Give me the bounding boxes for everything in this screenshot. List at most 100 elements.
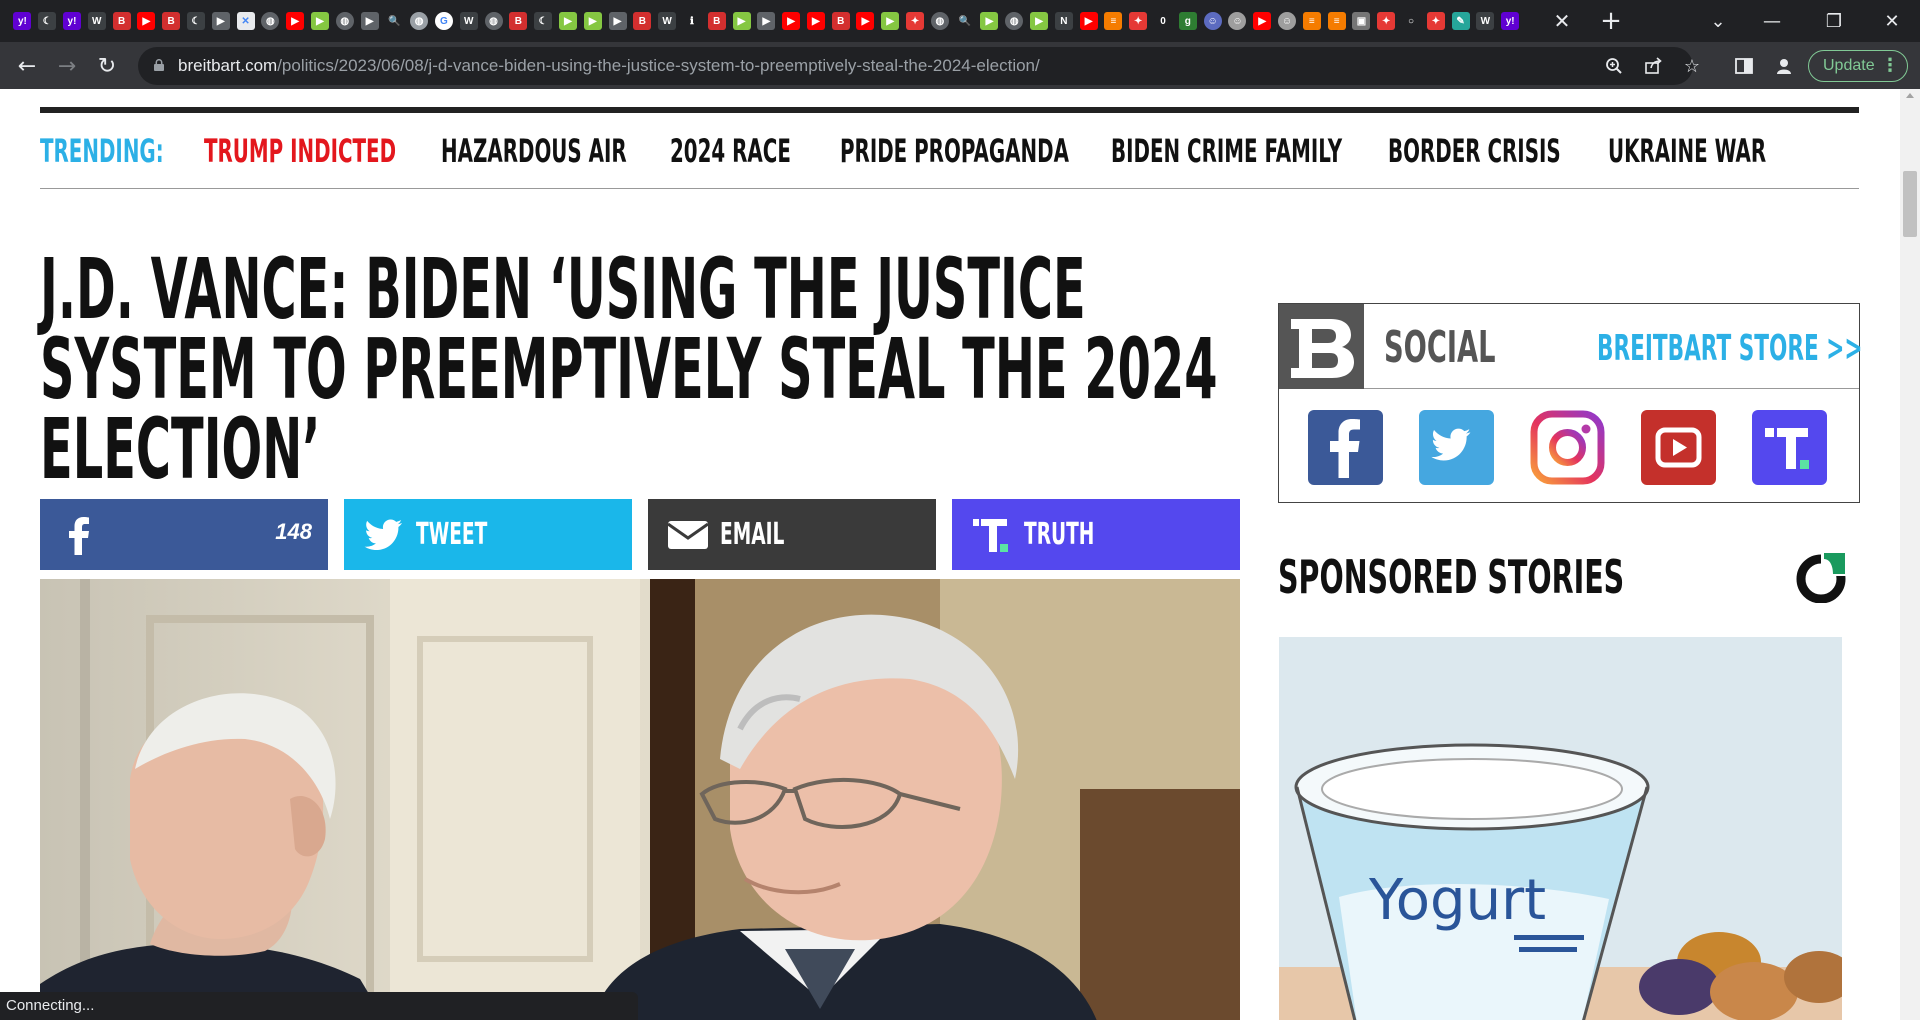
browser-tab[interactable]: ✎ xyxy=(1448,7,1473,35)
browser-tab[interactable]: ▶ xyxy=(1027,7,1052,35)
browser-tab[interactable]: y! xyxy=(60,7,85,35)
browser-tab[interactable]: ▶ xyxy=(878,7,903,35)
breitbart-logo-icon[interactable] xyxy=(1279,304,1364,389)
browser-tab[interactable]: ▶ xyxy=(208,7,233,35)
browser-tab[interactable]: 🔍 xyxy=(382,7,407,35)
share-icon[interactable] xyxy=(1640,53,1666,79)
minimize-button[interactable]: — xyxy=(1752,6,1792,36)
scroll-up-arrow-icon[interactable] xyxy=(1906,93,1914,98)
tab-search-chevron-icon[interactable]: ⌄ xyxy=(1698,6,1738,36)
profile-icon[interactable] xyxy=(1772,54,1796,78)
browser-tab[interactable]: ▶ xyxy=(580,7,605,35)
browser-tab[interactable]: ▶ xyxy=(779,7,804,35)
facebook-icon[interactable] xyxy=(1308,410,1383,485)
browser-tab[interactable]: ▶ xyxy=(804,7,829,35)
browser-tab[interactable]: ▶ xyxy=(357,7,382,35)
browser-tab[interactable]: ℹ xyxy=(680,7,705,35)
browser-tab[interactable]: ☺ xyxy=(1225,7,1250,35)
browser-tab[interactable]: B xyxy=(159,7,184,35)
address-bar[interactable]: breitbart.com/politics/2023/06/08/j-d-va… xyxy=(138,47,1700,85)
breitbart-store-link[interactable]: BREITBART STORE >> xyxy=(1597,326,1920,371)
browser-tab[interactable]: ✦ xyxy=(1423,7,1448,35)
browser-tab[interactable]: B xyxy=(704,7,729,35)
browser-tab[interactable]: W xyxy=(456,7,481,35)
browser-tab[interactable]: y! xyxy=(1498,7,1523,35)
browser-tab[interactable]: ◍ xyxy=(927,7,952,35)
truth-social-icon[interactable] xyxy=(1752,410,1827,485)
browser-tab[interactable]: ◍ xyxy=(1002,7,1027,35)
browser-tab[interactable]: ≡ xyxy=(1299,7,1324,35)
back-button[interactable]: ← xyxy=(12,52,42,80)
apps-icon: ✎ xyxy=(1451,12,1470,30)
new-tab-button[interactable]: + xyxy=(1598,6,1624,36)
browser-tab[interactable]: ◍ xyxy=(481,7,506,35)
browser-tab[interactable]: ▶ xyxy=(605,7,630,35)
browser-tab[interactable]: ☾ xyxy=(184,7,209,35)
browser-tab[interactable]: ≡ xyxy=(1101,7,1126,35)
twitter-icon[interactable] xyxy=(1419,410,1494,485)
reload-button[interactable]: ↻ xyxy=(92,52,122,80)
bookmark-star-icon[interactable]: ☆ xyxy=(1679,53,1705,79)
close-tab-icon[interactable]: ✕ xyxy=(1550,9,1574,33)
browser-tab[interactable]: ☾ xyxy=(531,7,556,35)
browser-tab[interactable]: ▶ xyxy=(977,7,1002,35)
browser-tab[interactable]: ☾ xyxy=(35,7,60,35)
browser-tab[interactable]: ☺ xyxy=(1275,7,1300,35)
browser-tab[interactable]: ▶ xyxy=(134,7,159,35)
browser-tab[interactable]: G xyxy=(432,7,457,35)
browser-tab[interactable]: B xyxy=(828,7,853,35)
url-text[interactable]: breitbart.com/politics/2023/06/08/j-d-va… xyxy=(178,56,1040,76)
more-menu-icon[interactable]: ⋮ xyxy=(1881,55,1899,76)
close-window-button[interactable]: ✕ xyxy=(1872,6,1912,36)
browser-tab[interactable]: ▶ xyxy=(1076,7,1101,35)
browser-tab[interactable]: B xyxy=(506,7,531,35)
browser-tab[interactable]: ✦ xyxy=(1126,7,1151,35)
browser-tab[interactable]: W xyxy=(1473,7,1498,35)
browser-tab[interactable]: 🔍 xyxy=(952,7,977,35)
browser-tab[interactable]: ◍ xyxy=(407,7,432,35)
browser-tab[interactable]: 0 xyxy=(1151,7,1176,35)
scrollbar-thumb[interactable] xyxy=(1903,171,1917,237)
trending-link-ukraine-war[interactable]: UKRAINE WAR xyxy=(1608,131,1863,171)
restore-button[interactable]: ❐ xyxy=(1814,6,1854,36)
facebook-share-button[interactable]: 148 xyxy=(40,499,328,570)
browser-tab[interactable]: ▶ xyxy=(283,7,308,35)
browser-tab[interactable]: ☺ xyxy=(1200,7,1225,35)
browser-tab[interactable]: ✦ xyxy=(1374,7,1399,35)
instagram-icon[interactable] xyxy=(1530,410,1605,485)
browser-tab[interactable]: ▶ xyxy=(754,7,779,35)
browser-tab[interactable]: ≡ xyxy=(1324,7,1349,35)
browser-tab[interactable]: ▶ xyxy=(853,7,878,35)
browser-tab[interactable]: ▶ xyxy=(1250,7,1275,35)
article-hero-image[interactable] xyxy=(40,579,1240,1020)
browser-tab[interactable]: ◍ xyxy=(258,7,283,35)
update-button[interactable]: Update ⋮ xyxy=(1808,50,1908,82)
truth-share-button[interactable]: TRUTH xyxy=(952,499,1240,570)
email-share-button[interactable]: EMAIL xyxy=(648,499,936,570)
browser-tab[interactable]: ▣ xyxy=(1349,7,1374,35)
browser-tab[interactable]: B xyxy=(630,7,655,35)
trending-link-2024-race[interactable]: 2024 RACE xyxy=(670,131,865,171)
page-scrollbar[interactable] xyxy=(1900,89,1920,1020)
browser-tab[interactable]: B xyxy=(109,7,134,35)
zoom-icon[interactable] xyxy=(1601,53,1627,79)
sponsored-story-image[interactable]: Yogurt xyxy=(1279,637,1842,1020)
tweet-button[interactable]: TWEET xyxy=(344,499,632,570)
lock-icon[interactable] xyxy=(154,59,164,71)
browser-tab[interactable]: ▶ xyxy=(308,7,333,35)
browser-tab[interactable]: W xyxy=(655,7,680,35)
browser-tab[interactable]: ✕ xyxy=(233,7,258,35)
side-panel-icon[interactable] xyxy=(1732,54,1756,78)
browser-tab[interactable]: ▶ xyxy=(556,7,581,35)
browser-tab[interactable]: ▶ xyxy=(729,7,754,35)
browser-tab[interactable]: y! xyxy=(10,7,35,35)
browser-tab[interactable]: ✦ xyxy=(903,7,928,35)
browser-tab[interactable]: ◍ xyxy=(332,7,357,35)
browser-tab[interactable]: g xyxy=(1175,7,1200,35)
youtube-icon[interactable] xyxy=(1641,410,1716,485)
browser-tab[interactable]: ○ xyxy=(1399,7,1424,35)
forward-button[interactable]: → xyxy=(52,52,82,80)
outbrain-logo-icon[interactable] xyxy=(1794,549,1848,603)
browser-tab[interactable]: N xyxy=(1051,7,1076,35)
browser-tab[interactable]: W xyxy=(84,7,109,35)
